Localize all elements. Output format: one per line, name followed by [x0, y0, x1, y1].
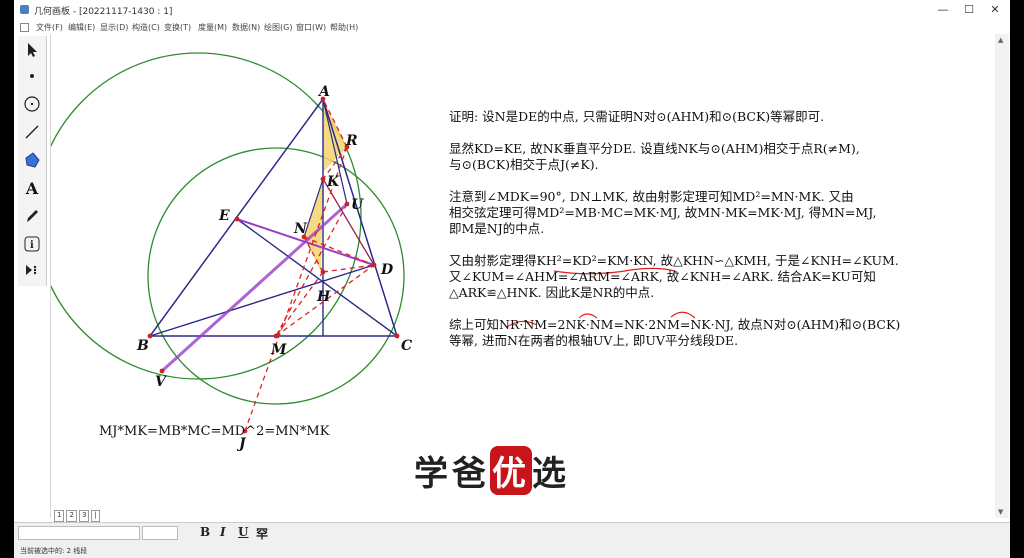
italic-button[interactable]: I: [220, 525, 226, 539]
label-m: M: [270, 342, 287, 358]
underline-button[interactable]: U: [238, 525, 248, 539]
menu-measure[interactable]: 度量(M): [198, 22, 227, 33]
menu-file[interactable]: 文件(F): [36, 22, 63, 33]
custom-tool[interactable]: [20, 258, 44, 282]
proof-line-4a: 又由射影定理得KH²=KD²=KM·KN, 故△KHN∽△KMH, 于是∠KNH…: [449, 253, 899, 268]
point-icon: [30, 74, 34, 78]
label-n: N: [293, 221, 308, 237]
menu-window[interactable]: 窗口(W): [296, 22, 326, 33]
straightedge-tool[interactable]: [20, 120, 44, 144]
scroll-down-icon[interactable]: ▼: [998, 508, 1003, 516]
text-icon: A: [25, 178, 39, 198]
menu-help[interactable]: 帮助(H): [330, 22, 358, 33]
menu-transform[interactable]: 变换(T): [164, 22, 191, 33]
information-tool[interactable]: i: [20, 232, 44, 256]
page-tab-3[interactable]: 3: [78, 510, 90, 522]
watermark-highlight: 优: [490, 446, 532, 495]
font-size-select[interactable]: [142, 526, 178, 540]
arrow-select-tool[interactable]: [20, 38, 44, 62]
label-k: K: [326, 174, 340, 190]
compass-tool[interactable]: [20, 92, 44, 116]
label-a: A: [317, 84, 330, 100]
menu-construct[interactable]: 构造(C): [132, 22, 160, 33]
menu-graph[interactable]: 绘图(G): [264, 22, 292, 33]
proof-line-3a: 注意到∠MDK=90°, DN⊥MK, 故由射影定理可知MD²=MN·MK. 又…: [449, 189, 854, 204]
circle-bck: [147, 147, 405, 405]
text-format-bar: B I U 罕: [14, 522, 1010, 543]
scroll-up-icon[interactable]: ▲: [998, 36, 1003, 44]
math-format-button[interactable]: 罕: [256, 525, 268, 542]
app-icon: [20, 5, 29, 14]
page-tab-2[interactable]: 2: [66, 510, 77, 522]
minimize-button[interactable]: —: [930, 2, 956, 18]
watermark-prefix: 学爸: [414, 454, 490, 494]
page-tab-more[interactable]: |: [91, 510, 100, 522]
proof-line-5b: 等幂, 进而N在两者的根轴UV上, 即UV平分线段DE.: [449, 333, 739, 348]
polygon-icon: [25, 152, 40, 168]
menu-display[interactable]: 显示(D): [100, 22, 128, 33]
proof-line-2b: 与⊙(BCK)相交于点J(≠K).: [449, 157, 599, 172]
label-d: D: [380, 262, 394, 278]
circle-icon: [24, 96, 40, 112]
label-c: C: [401, 338, 412, 354]
text-tool[interactable]: A: [20, 176, 44, 200]
polygon-tool[interactable]: [20, 148, 44, 172]
line-icon: [25, 125, 39, 139]
page-tabs: 1 2 3 |: [54, 510, 100, 522]
proof-line-3b: 相交弦定理可得MD²=MB·MC=MK·MJ, 故MN·MK=MK·MJ, 得M…: [449, 205, 877, 220]
label-r: R: [345, 133, 358, 149]
info-glyph: i: [30, 240, 34, 251]
info-icon: i: [24, 236, 40, 252]
watermark-suffix: 选: [532, 454, 570, 494]
maximize-button[interactable]: ☐: [956, 2, 982, 18]
page-tab-1[interactable]: 1: [54, 510, 65, 522]
pencil-icon: [27, 210, 38, 222]
close-button[interactable]: ✕: [982, 2, 1008, 18]
custom-tool-icon: [26, 265, 37, 275]
point-tool[interactable]: [20, 64, 44, 88]
watermark-logo: 学爸优选: [414, 446, 570, 495]
bold-button[interactable]: B: [200, 525, 210, 539]
formula-text: MJ*MK=MB*MC=MD^2=MN*MK: [99, 424, 330, 439]
menu-data[interactable]: 数据(N): [232, 22, 260, 33]
marker-tool[interactable]: [20, 204, 44, 228]
tool-palette: A i: [18, 36, 47, 286]
label-e: E: [218, 208, 230, 224]
document-icon: [20, 23, 29, 32]
arrow-icon: [28, 43, 37, 57]
status-text: 当前被选中的: 2 线段: [20, 547, 88, 555]
vertical-scrollbar[interactable]: ▲ ▼: [995, 34, 1009, 518]
proof-line-4b: 又∠KUM=∠AHM=∠ARM=∠ARK, 故∠KNH=∠ARK. 结合AK=K…: [449, 269, 876, 284]
altitude-b: [149, 264, 375, 337]
status-bar: 当前被选中的: 2 线段: [14, 542, 1010, 558]
proof-line-4c: △ARK≌△HNK. 因此K是NR的中点.: [449, 285, 655, 300]
label-b: B: [136, 338, 149, 354]
menu-bar: 文件(F) 编辑(E) 显示(D) 构造(C) 变换(T) 度量(M) 数据(N…: [14, 20, 1010, 34]
triangle-abc: [148, 97, 399, 337]
proof-line-2a: 显然KD=KE, 故NK垂直平分DE. 设直线NK与⊙(AHM)相交于点R(≠M…: [449, 141, 860, 156]
label-u: U: [351, 197, 364, 213]
points: [147, 96, 400, 434]
proof-line-3c: 即M是NJ的中点.: [449, 221, 545, 236]
menu-edit[interactable]: 编辑(E): [68, 22, 95, 33]
label-h: H: [316, 289, 331, 305]
proof-line-1: 证明: 设N是DE的中点, 只需证明N对⊙(AHM)和⊙(BCK)等幂即可.: [449, 109, 825, 124]
proof-line-5a: 综上可知NR·NM=2NK·NM=NK·2NM=NK·NJ, 故点N对⊙(AHM…: [449, 317, 901, 332]
app-window: 几何画板 - [20221117-1430 : 1] — ☐ ✕ 文件(F) 编…: [14, 0, 1010, 558]
title-bar: 几何画板 - [20221117-1430 : 1] — ☐ ✕: [14, 0, 1010, 20]
window-title: 几何画板 - [20221117-1430 : 1]: [34, 7, 173, 17]
font-family-select[interactable]: [18, 526, 140, 540]
radical-axis-uv: [160, 202, 349, 373]
